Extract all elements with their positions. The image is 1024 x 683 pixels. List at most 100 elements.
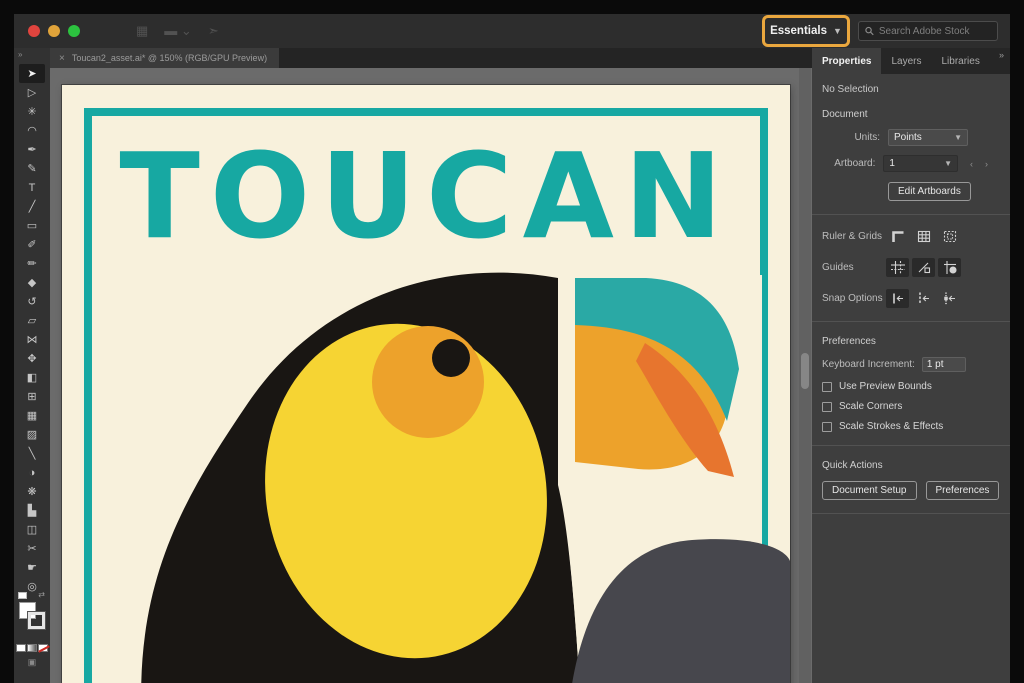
scale-corners-checkbox[interactable] <box>822 402 832 412</box>
artboard-label: Artboard: <box>822 158 875 169</box>
artboard-value: 1 <box>889 158 895 169</box>
ruler-grids-label: Ruler & Grids <box>822 231 886 242</box>
snap-to-pixel-button[interactable] <box>938 289 961 308</box>
ruler-grids-row: Ruler & Grids <box>822 227 1000 246</box>
snap-to-point-button[interactable] <box>886 289 909 308</box>
stroke-swatch[interactable] <box>28 612 45 629</box>
tool-gradient[interactable]: ▨ <box>19 425 45 444</box>
tool-curvature[interactable]: ✎ <box>19 159 45 178</box>
close-tab-icon[interactable]: × <box>59 53 65 64</box>
scale-corners-row: Scale Corners <box>822 401 1000 412</box>
document-tab[interactable]: × Toucan2_asset.ai* @ 150% (RGB/GPU Prev… <box>50 48 279 68</box>
tool-width[interactable]: ⋈ <box>19 330 45 349</box>
scale-strokes-effects-checkbox[interactable] <box>822 422 832 432</box>
vertical-scrollbar[interactable] <box>799 68 811 683</box>
title-bar: ▦ ▬ ⌄ ➣ Essentials ▼ <box>14 14 1010 48</box>
use-preview-bounds-checkbox[interactable] <box>822 382 832 392</box>
zoom-window-button[interactable] <box>68 25 80 37</box>
tool-hand[interactable]: ☛ <box>19 558 45 577</box>
guides-icon <box>891 261 905 274</box>
units-value: Points <box>894 132 922 143</box>
toolbar-expand-icon[interactable]: » <box>14 48 50 64</box>
swap-fill-stroke-icon[interactable]: ⇄ <box>38 590 45 599</box>
show-rulers-button[interactable] <box>886 227 909 246</box>
document-section-title: Document <box>822 109 1000 120</box>
tool-free-transform[interactable]: ✥ <box>19 349 45 368</box>
fill-stroke-area: ⇄ <box>17 600 47 640</box>
poster-title: TOUCAN <box>119 127 732 265</box>
selection-status: No Selection <box>822 84 1000 95</box>
tool-scale[interactable]: ▱ <box>19 311 45 330</box>
document-setup-button[interactable]: Document Setup <box>822 481 917 500</box>
toucan-poster-artwork[interactable]: TOUCAN <box>62 85 790 683</box>
default-fill-stroke-icon[interactable] <box>18 592 27 599</box>
close-window-button[interactable] <box>28 25 40 37</box>
illustrator-window: ▦ ▬ ⌄ ➣ Essentials ▼ » ➤▷✳◠✒✎T╱▭✐✏◆↺▱⋈✥◧… <box>14 14 1010 683</box>
tool-direct-selection[interactable]: ▷ <box>19 83 45 102</box>
units-row: Units: Points ▼ <box>822 129 1000 146</box>
tool-rotate[interactable]: ↺ <box>19 292 45 311</box>
tool-column-graph[interactable]: ▙ <box>19 501 45 520</box>
tool-rectangle[interactable]: ▭ <box>19 216 45 235</box>
scale-strokes-effects-row: Scale Strokes & Effects <box>822 421 1000 432</box>
snap-to-grid-button[interactable] <box>912 289 935 308</box>
quick-actions-title: Quick Actions <box>822 460 1000 471</box>
divider <box>812 445 1010 446</box>
tool-paintbrush[interactable]: ✐ <box>19 235 45 254</box>
none-mode-button[interactable] <box>38 644 48 652</box>
tab-libraries[interactable]: Libraries <box>931 48 989 74</box>
gradient-mode-button[interactable] <box>27 644 37 652</box>
tab-properties[interactable]: Properties <box>812 48 881 74</box>
show-guides-button[interactable] <box>886 258 909 277</box>
tool-magic-wand[interactable]: ✳ <box>19 102 45 121</box>
tool-slice[interactable]: ✂ <box>19 539 45 558</box>
show-grid-button[interactable] <box>912 227 935 246</box>
color-mode-button[interactable] <box>16 644 26 652</box>
edit-artboards-button[interactable]: Edit Artboards <box>888 182 971 201</box>
tool-line-segment[interactable]: ╱ <box>19 197 45 216</box>
minimize-window-button[interactable] <box>48 25 60 37</box>
tool-type[interactable]: T <box>19 178 45 197</box>
tool-pencil[interactable]: ✏ <box>19 254 45 273</box>
search-input[interactable] <box>879 26 991 37</box>
units-dropdown[interactable]: Points ▼ <box>888 129 968 146</box>
screen-mode-icon[interactable]: ▬ ⌄ <box>164 22 192 40</box>
artboard-canvas[interactable]: TOUCAN <box>50 68 812 683</box>
share-icon[interactable]: ➣ <box>208 22 219 40</box>
tab-layers[interactable]: Layers <box>881 48 931 74</box>
preferences-button[interactable]: Preferences <box>926 481 1000 500</box>
artboard-prev-next-arrows[interactable]: ‹› <box>970 159 1000 169</box>
workspace-highlight-box: Essentials ▼ <box>762 15 850 47</box>
workspace-switcher-button[interactable]: Essentials ▼ <box>770 25 842 37</box>
stock-search-box[interactable] <box>858 21 998 41</box>
snap-to-grid-icon <box>917 292 931 305</box>
tool-perspective-grid[interactable]: ⊞ <box>19 387 45 406</box>
tool-lasso[interactable]: ◠ <box>19 121 45 140</box>
smart-guides-icon <box>917 261 931 274</box>
scale-corners-label: Scale Corners <box>839 401 902 412</box>
draw-mode-icon[interactable]: ▣ <box>28 657 37 668</box>
properties-panel: Properties Layers Libraries » No Selecti… <box>812 48 1010 683</box>
tool-pen[interactable]: ✒ <box>19 140 45 159</box>
smart-guides-button[interactable] <box>912 258 935 277</box>
tool-blend[interactable]: ◑ <box>19 463 45 482</box>
keyboard-increment-input[interactable]: 1 pt <box>922 357 966 372</box>
layout-icon[interactable]: ▦ <box>136 22 148 40</box>
transparency-grid-icon <box>943 230 957 243</box>
tool-symbol-sprayer[interactable]: ❋ <box>19 482 45 501</box>
tool-mesh[interactable]: ▦ <box>19 406 45 425</box>
window-controls <box>28 25 80 37</box>
tool-selection[interactable]: ➤ <box>19 64 45 83</box>
snap-to-point-icon <box>891 292 905 305</box>
app-bar-icons: ▦ ▬ ⌄ ➣ <box>136 22 219 40</box>
tool-artboard[interactable]: ◫ <box>19 520 45 539</box>
tool-eyedropper[interactable]: ╲ <box>19 444 45 463</box>
lock-guides-button[interactable] <box>938 258 961 277</box>
tool-eraser[interactable]: ◆ <box>19 273 45 292</box>
show-transparency-grid-button[interactable] <box>938 227 961 246</box>
scrollbar-thumb[interactable] <box>801 353 809 389</box>
collapse-panel-icon[interactable]: » <box>999 50 1004 60</box>
snap-options-label: Snap Options <box>822 293 886 304</box>
artboard-dropdown[interactable]: 1 ▼ <box>883 155 958 172</box>
tool-shape-builder[interactable]: ◧ <box>19 368 45 387</box>
